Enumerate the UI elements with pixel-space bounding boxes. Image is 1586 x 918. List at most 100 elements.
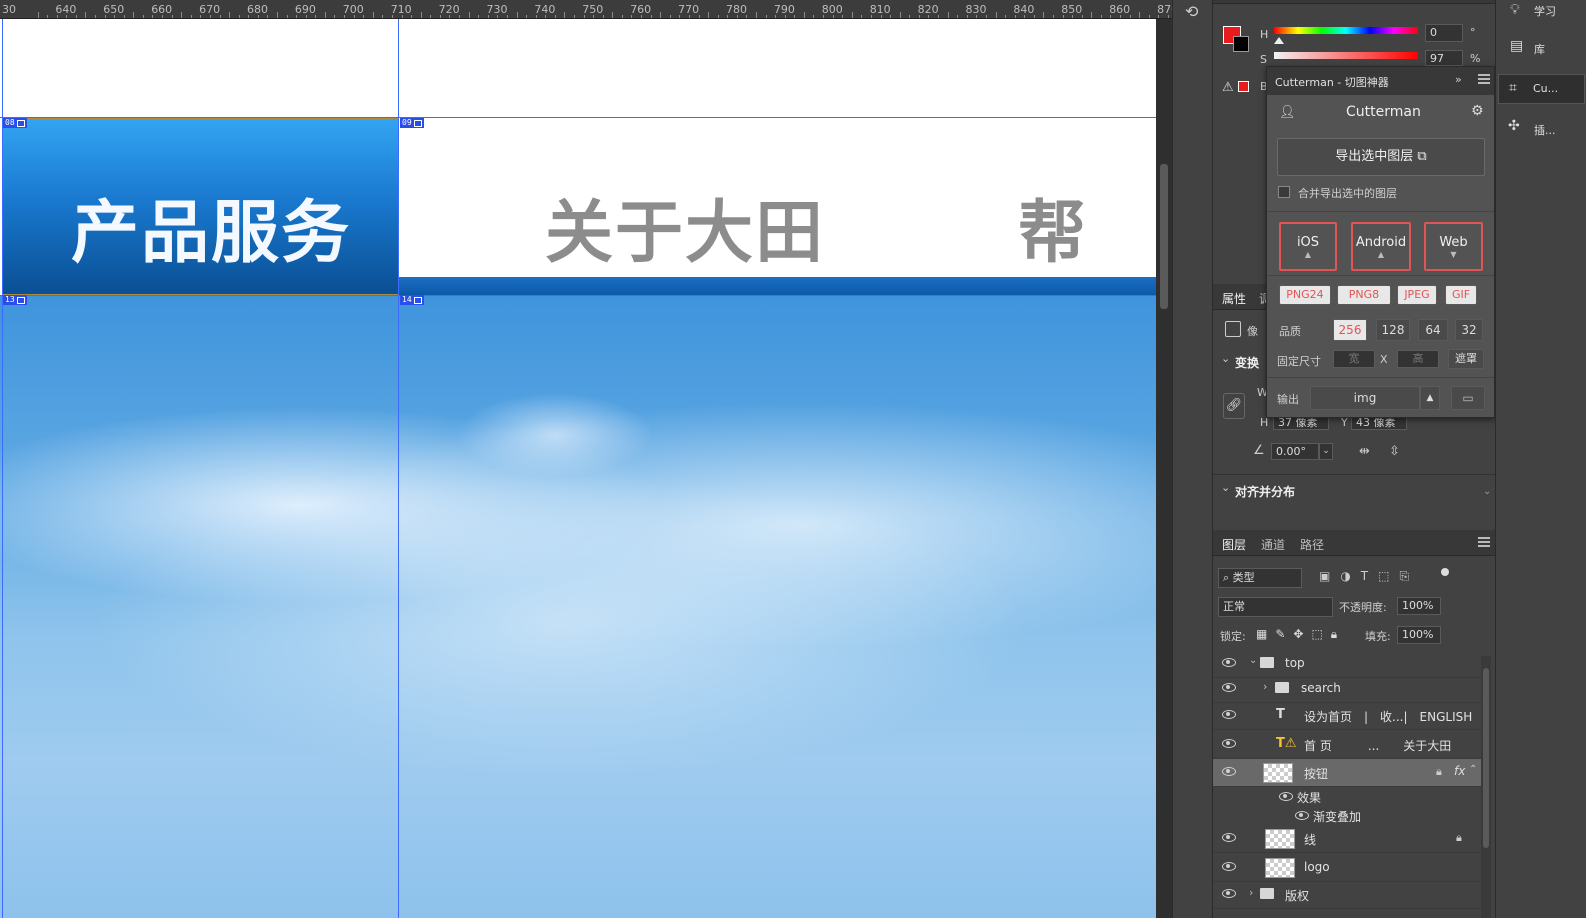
visibility-eye-icon[interactable] <box>1295 811 1309 820</box>
quality-128[interactable]: 128 <box>1376 319 1410 341</box>
quality-32[interactable]: 32 <box>1455 319 1483 341</box>
fill-field[interactable]: 100% <box>1397 626 1441 644</box>
layer-row[interactable]: T 设为首页 | 收...| ENGLISH <box>1213 702 1481 730</box>
filter-icons[interactable]: ▣◑T⬚⎘ <box>1319 569 1419 584</box>
tab-paths[interactable]: 路径 <box>1300 536 1324 553</box>
layer-row[interactable]: 效果 <box>1213 787 1481 806</box>
gear-icon[interactable]: ⚙ <box>1471 103 1484 119</box>
scroll-down-icon[interactable]: ⌄ <box>1483 486 1491 497</box>
visibility-eye-icon[interactable] <box>1279 792 1293 801</box>
visibility-eye-icon[interactable] <box>1222 889 1236 898</box>
layers-scrollbar[interactable] <box>1481 656 1491 918</box>
document-canvas[interactable]: 产品服务 关于大田 帮助 08 09 13 14 <box>0 19 1156 918</box>
chevron-up-icon[interactable]: ⌃ <box>1469 764 1477 775</box>
visibility-eye-icon[interactable] <box>1222 862 1236 871</box>
platform-ios-button[interactable]: iOS ▲ <box>1279 222 1337 271</box>
ruler-tick <box>85 12 87 18</box>
quality-256[interactable]: 256 <box>1333 319 1367 341</box>
gamut-warning-icon[interactable]: ⚠ <box>1222 80 1234 95</box>
mini-item-plugins[interactable]: ✣ 插... <box>1496 116 1586 142</box>
tab-properties[interactable]: 属性 <box>1222 290 1246 307</box>
flip-horizontal-icon[interactable]: ⇹ <box>1359 444 1370 459</box>
layer-name: 线 <box>1304 833 1317 847</box>
background-color-swatch[interactable] <box>1233 36 1249 52</box>
layer-filter-select[interactable]: ⌕ 类型 <box>1218 568 1302 588</box>
layer-name: 按钮 <box>1304 767 1329 781</box>
output-folder-field[interactable]: img <box>1310 386 1420 410</box>
layer-row[interactable]: logo <box>1213 854 1481 882</box>
layer-row[interactable]: T⚠ 首 页 ... 关于大田 <box>1213 731 1481 759</box>
fixed-width-field[interactable]: 宽 <box>1333 350 1375 368</box>
fixed-size-label: 固定尺寸 <box>1277 355 1321 368</box>
merge-checkbox[interactable] <box>1278 186 1290 198</box>
panel-menu-icon[interactable] <box>1478 74 1490 84</box>
opacity-field[interactable]: 100% <box>1397 597 1441 615</box>
ruler-tick <box>37 12 39 18</box>
link-icon[interactable]: 🔗︎ <box>1223 393 1245 419</box>
flip-vertical-icon[interactable]: ⇳ <box>1389 444 1400 459</box>
transform-section-title[interactable]: 变换 <box>1235 354 1259 371</box>
visibility-eye-icon[interactable] <box>1222 833 1236 842</box>
visibility-eye-icon[interactable] <box>1222 767 1236 776</box>
output-dropdown-icon[interactable]: ▲ <box>1420 386 1440 410</box>
angle-dropdown-chevron-icon[interactable]: ⌄ <box>1319 443 1333 460</box>
blend-mode-select[interactable]: 正常 <box>1218 597 1333 617</box>
layer-row[interactable]: › search <box>1213 675 1481 703</box>
tab-channels[interactable]: 通道 <box>1261 536 1285 553</box>
chevron-down-icon[interactable]: ⌄ <box>1221 352 1230 365</box>
layer-row[interactable]: 渐变叠加 <box>1213 806 1481 825</box>
visibility-eye-icon[interactable] <box>1222 683 1236 692</box>
folder-icon[interactable]: ▭ <box>1451 386 1485 410</box>
mask-button[interactable]: 遮罩 <box>1448 349 1484 369</box>
nav-label-about: 关于大田 <box>545 194 826 273</box>
hue-value-field[interactable]: 0 <box>1425 24 1463 42</box>
saturation-label: S <box>1260 53 1267 66</box>
quality-64[interactable]: 64 <box>1418 319 1448 341</box>
visibility-eye-icon[interactable] <box>1222 739 1236 748</box>
layer-row[interactable]: 🔒︎ fx ⌃ 按钮 <box>1213 759 1481 787</box>
format-jpeg[interactable]: JPEG <box>1397 285 1437 305</box>
chevron-down-icon[interactable]: ⌄ <box>1249 655 1257 666</box>
export-selected-button[interactable]: 导出选中图层 ⧉ <box>1277 138 1485 176</box>
chevron-down-icon[interactable]: ⌄ <box>1221 481 1230 494</box>
saturation-slider[interactable] <box>1274 52 1418 59</box>
gamut-color-swatch[interactable] <box>1238 81 1249 92</box>
mini-item-cutterman[interactable]: ⌗ Cu... <box>1498 74 1585 104</box>
format-gif[interactable]: GIF <box>1445 285 1477 305</box>
scrollbar-thumb[interactable] <box>1483 668 1489 848</box>
fixed-height-field[interactable]: 高 <box>1397 350 1439 368</box>
chevron-right-icon[interactable]: › <box>1249 886 1253 899</box>
scrollbar-thumb[interactable] <box>1160 164 1168 309</box>
filter-toggle-icon[interactable] <box>1441 568 1449 576</box>
lock-options-icons[interactable]: ▦✎✥⬚🔒︎ <box>1256 627 1345 642</box>
visibility-eye-icon[interactable] <box>1222 658 1236 667</box>
format-png24[interactable]: PNG24 <box>1279 285 1331 305</box>
layer-row[interactable]: ⌄ top <box>1213 650 1481 678</box>
saturation-value-field[interactable]: 97 <box>1425 50 1463 66</box>
cutterman-titlebar[interactable]: Cutterman - 切图神器 » <box>1267 67 1494 95</box>
canvas-vertical-scrollbar[interactable] <box>1156 19 1172 918</box>
align-section-title[interactable]: 对齐并分布 <box>1235 483 1295 500</box>
angle-field[interactable]: 0.00° <box>1271 443 1319 460</box>
ruler-tick <box>420 12 422 18</box>
history-icon[interactable]: ⟲ <box>1185 2 1198 21</box>
ruler-tick <box>708 12 710 18</box>
collapse-icon[interactable]: » <box>1455 73 1462 86</box>
panel-menu-icon[interactable] <box>1478 537 1490 547</box>
tab-layers[interactable]: 图层 <box>1222 536 1246 553</box>
fx-icon[interactable]: fx <box>1454 764 1465 778</box>
hue-slider[interactable] <box>1274 27 1418 34</box>
format-png8[interactable]: PNG8 <box>1337 285 1391 305</box>
chevron-right-icon[interactable]: › <box>1263 680 1267 693</box>
canvas-area[interactable]: 30 640 650 660 670 680 690 700 710 720 730 740 750 76… <box>0 0 1172 918</box>
hue-slider-handle[interactable] <box>1274 37 1284 44</box>
layer-row[interactable]: › 版权 <box>1213 881 1481 909</box>
mini-item-library[interactable]: ▤ 库 <box>1496 36 1586 62</box>
platform-web-button[interactable]: Web ▼ <box>1424 222 1483 271</box>
platform-android-button[interactable]: Android ▲ <box>1351 222 1411 271</box>
mini-item-learn[interactable]: 💡︎ 学习 <box>1496 0 1586 26</box>
user-icon[interactable]: 👤︎ <box>1279 105 1296 120</box>
layer-row[interactable]: 🔒︎ 线 <box>1213 825 1481 853</box>
nav-button-active[interactable]: 产品服务 <box>2 118 399 295</box>
visibility-eye-icon[interactable] <box>1222 710 1236 719</box>
